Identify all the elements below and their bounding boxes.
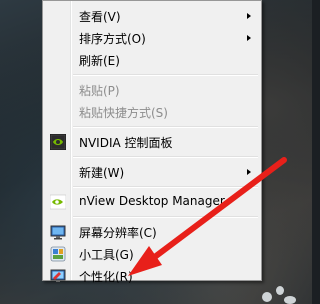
menu-item-paste[interactable]: 粘贴(P) (45, 79, 259, 101)
wallpaper-highlight (276, 286, 284, 295)
menu-item-label: 小工具(G) (79, 248, 134, 262)
menu-item-label: 粘贴快捷方式(S) (79, 106, 168, 120)
desktop-context-menu: 查看(V) 排序方式(O) 刷新(E) 粘贴(P) 粘贴快捷方式(S) NVID… (42, 0, 262, 284)
menu-item-label: NVIDIA 控制面板 (79, 136, 173, 150)
menu-item-nview-desktop-manager[interactable]: nView Desktop Manager (45, 191, 259, 213)
menu-separator (73, 126, 258, 128)
menu-separator (73, 156, 258, 158)
menu-item-sort-by[interactable]: 排序方式(O) (45, 27, 259, 49)
menu-item-label: 个性化(R) (79, 270, 133, 284)
menu-item-screen-resolution[interactable]: 屏幕分辨率(C) (45, 221, 259, 243)
menu-item-label: 粘贴(P) (79, 84, 120, 98)
menu-item-refresh[interactable]: 刷新(E) (45, 49, 259, 71)
gadgets-icon (50, 246, 66, 262)
menu-item-label: 刷新(E) (79, 54, 120, 68)
menu-separator (73, 186, 258, 188)
monitor-icon (50, 225, 66, 240)
nview-logo-icon (50, 194, 66, 210)
wallpaper-highlight (262, 292, 272, 302)
menu-item-label: 排序方式(O) (79, 32, 146, 46)
menu-item-personalize[interactable]: 个性化(R) (45, 265, 259, 287)
menu-item-gadgets[interactable]: 小工具(G) (45, 243, 259, 265)
menu-item-label: 查看(V) (79, 10, 121, 24)
menu-item-view[interactable]: 查看(V) (45, 5, 259, 27)
menu-item-label: 新建(W) (79, 166, 125, 180)
submenu-arrow-icon (247, 13, 251, 19)
menu-separator (73, 74, 258, 76)
menu-item-paste-shortcut[interactable]: 粘贴快捷方式(S) (45, 101, 259, 123)
menu-item-label: nView Desktop Manager (79, 194, 225, 208)
nvidia-logo-icon (50, 134, 66, 150)
submenu-arrow-icon (247, 169, 251, 175)
wallpaper-highlight (284, 296, 296, 304)
personalize-icon (50, 269, 66, 282)
menu-item-label: 屏幕分辨率(C) (79, 226, 157, 240)
menu-item-new[interactable]: 新建(W) (45, 161, 259, 183)
submenu-arrow-icon (247, 35, 251, 41)
menu-item-nvidia-control-panel[interactable]: NVIDIA 控制面板 (45, 131, 259, 153)
menu-separator (73, 216, 258, 218)
